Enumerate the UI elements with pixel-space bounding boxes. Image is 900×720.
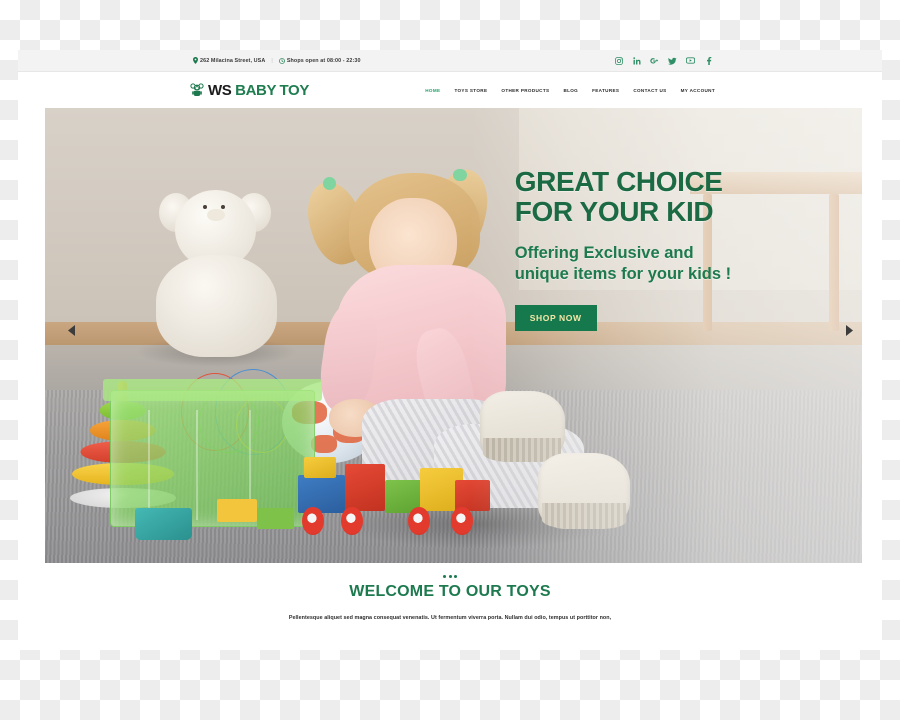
dot-2: [448, 575, 452, 578]
train-wheel-1: [302, 507, 324, 536]
chevron-left-icon[interactable]: [65, 322, 79, 340]
teddy-muzzle: [207, 208, 225, 222]
hero-subheading-line2: unique items for your kids !: [514, 265, 732, 284]
shop-now-button[interactable]: SHOP NOW: [514, 305, 597, 332]
instagram-icon[interactable]: [614, 56, 623, 65]
youtube-icon[interactable]: [686, 56, 695, 65]
bin-rib-2: [196, 409, 199, 521]
teddy-body: [156, 255, 277, 357]
top-bar-content: 262 Milacina Street, USA | Shops open at…: [193, 50, 713, 71]
address-text: 262 Milacina Street, USA: [200, 57, 266, 64]
teddy-eye-right: [220, 204, 225, 209]
hero-heading: GREAT CHOICE FOR YOUR KID: [514, 166, 842, 228]
bin-lid: [103, 379, 322, 401]
nav-item-other-products[interactable]: OTHER PRODUCTS: [501, 88, 549, 93]
linkedin-icon[interactable]: [632, 56, 641, 65]
hero-subheading-line1: Offering Exclusive and: [514, 243, 694, 262]
nav-item-features[interactable]: FEATURES: [592, 88, 619, 93]
clock-icon: [278, 57, 285, 64]
hero-heading-line2: FOR YOUR KID: [514, 196, 714, 228]
scrunchie-left: [322, 177, 336, 190]
hero-subheading: Offering Exclusive and unique items for …: [515, 243, 842, 287]
welcome-section: WELCOME TO OUR TOYS Pellentesque aliquet…: [18, 575, 882, 622]
logo-text-secondary: BABY TOY: [235, 81, 309, 99]
hours-text: Shops open at 08:00 - 22:30: [286, 57, 361, 64]
site-logo[interactable]: WS BABY TOY: [190, 83, 309, 98]
logo-text-primary: WS: [208, 81, 232, 99]
welcome-paragraph: Pellentesque aliquet sed magna consequat…: [288, 615, 612, 621]
scrunchie-right: [453, 168, 467, 182]
train-wheel-2: [341, 507, 363, 536]
train-wheel-3: [408, 507, 430, 536]
train-block-red-1: [345, 464, 385, 511]
toy-block-yellow-floor: [216, 499, 258, 523]
social-links: [614, 56, 713, 65]
hours-block: Shops open at 08:00 - 22:30: [278, 57, 361, 64]
top-bar-separator: |: [271, 57, 273, 64]
toy-block-green-floor: [257, 508, 295, 529]
website-page: 262 Milacina Street, USA | Shops open at…: [18, 50, 882, 650]
hero-slider: GREAT CHOICE FOR YOUR KID Offering Exclu…: [45, 108, 862, 563]
welcome-title: WELCOME TO OUR TOYS: [349, 583, 551, 600]
twitter-icon[interactable]: [668, 56, 677, 65]
bin-rib-1: [147, 409, 150, 521]
hero-heading-line1: GREAT CHOICE: [514, 166, 723, 198]
nav-item-blog[interactable]: BLOG: [563, 88, 578, 93]
teddy-bear-icon: [190, 83, 204, 97]
site-header: WS BABY TOY HOME TOYS STORE OTHER PRODUC…: [18, 72, 882, 108]
nav-item-home[interactable]: HOME: [425, 88, 440, 93]
green-storage-bin: [103, 379, 322, 527]
address-block: 262 Milacina Street, USA: [193, 57, 265, 64]
section-dots-ornament: [18, 575, 882, 578]
train-block-blue-1: [298, 474, 346, 513]
toy-shovel-teal: [134, 508, 193, 541]
googleplus-icon[interactable]: [650, 56, 659, 65]
teddy-bear-plush: [151, 189, 282, 357]
facebook-icon[interactable]: [704, 56, 713, 65]
map-pin-icon: [193, 57, 198, 64]
hero-copy: GREAT CHOICE FOR YOUR KID Offering Exclu…: [514, 166, 842, 332]
main-navigation: HOME TOYS STORE OTHER PRODUCTS BLOG FEAT…: [425, 88, 715, 93]
block-train-toy: [298, 454, 494, 540]
top-info-bar: 262 Milacina Street, USA | Shops open at…: [18, 50, 882, 72]
top-bar-info: 262 Milacina Street, USA | Shops open at…: [193, 57, 361, 64]
dot-3: [454, 575, 457, 578]
dot-1: [443, 575, 446, 578]
nav-item-my-account[interactable]: MY ACCOUNT: [681, 88, 715, 93]
teddy-eye-left: [203, 204, 208, 209]
chevron-right-icon[interactable]: [842, 322, 856, 340]
logo-text: WS BABY TOY: [208, 83, 309, 98]
nav-item-contact-us[interactable]: CONTACT US: [633, 88, 666, 93]
nav-item-toys-store[interactable]: TOYS STORE: [454, 88, 487, 93]
train-block-yellow-1: [304, 457, 336, 478]
header-content: WS BABY TOY HOME TOYS STORE OTHER PRODUC…: [190, 72, 715, 108]
